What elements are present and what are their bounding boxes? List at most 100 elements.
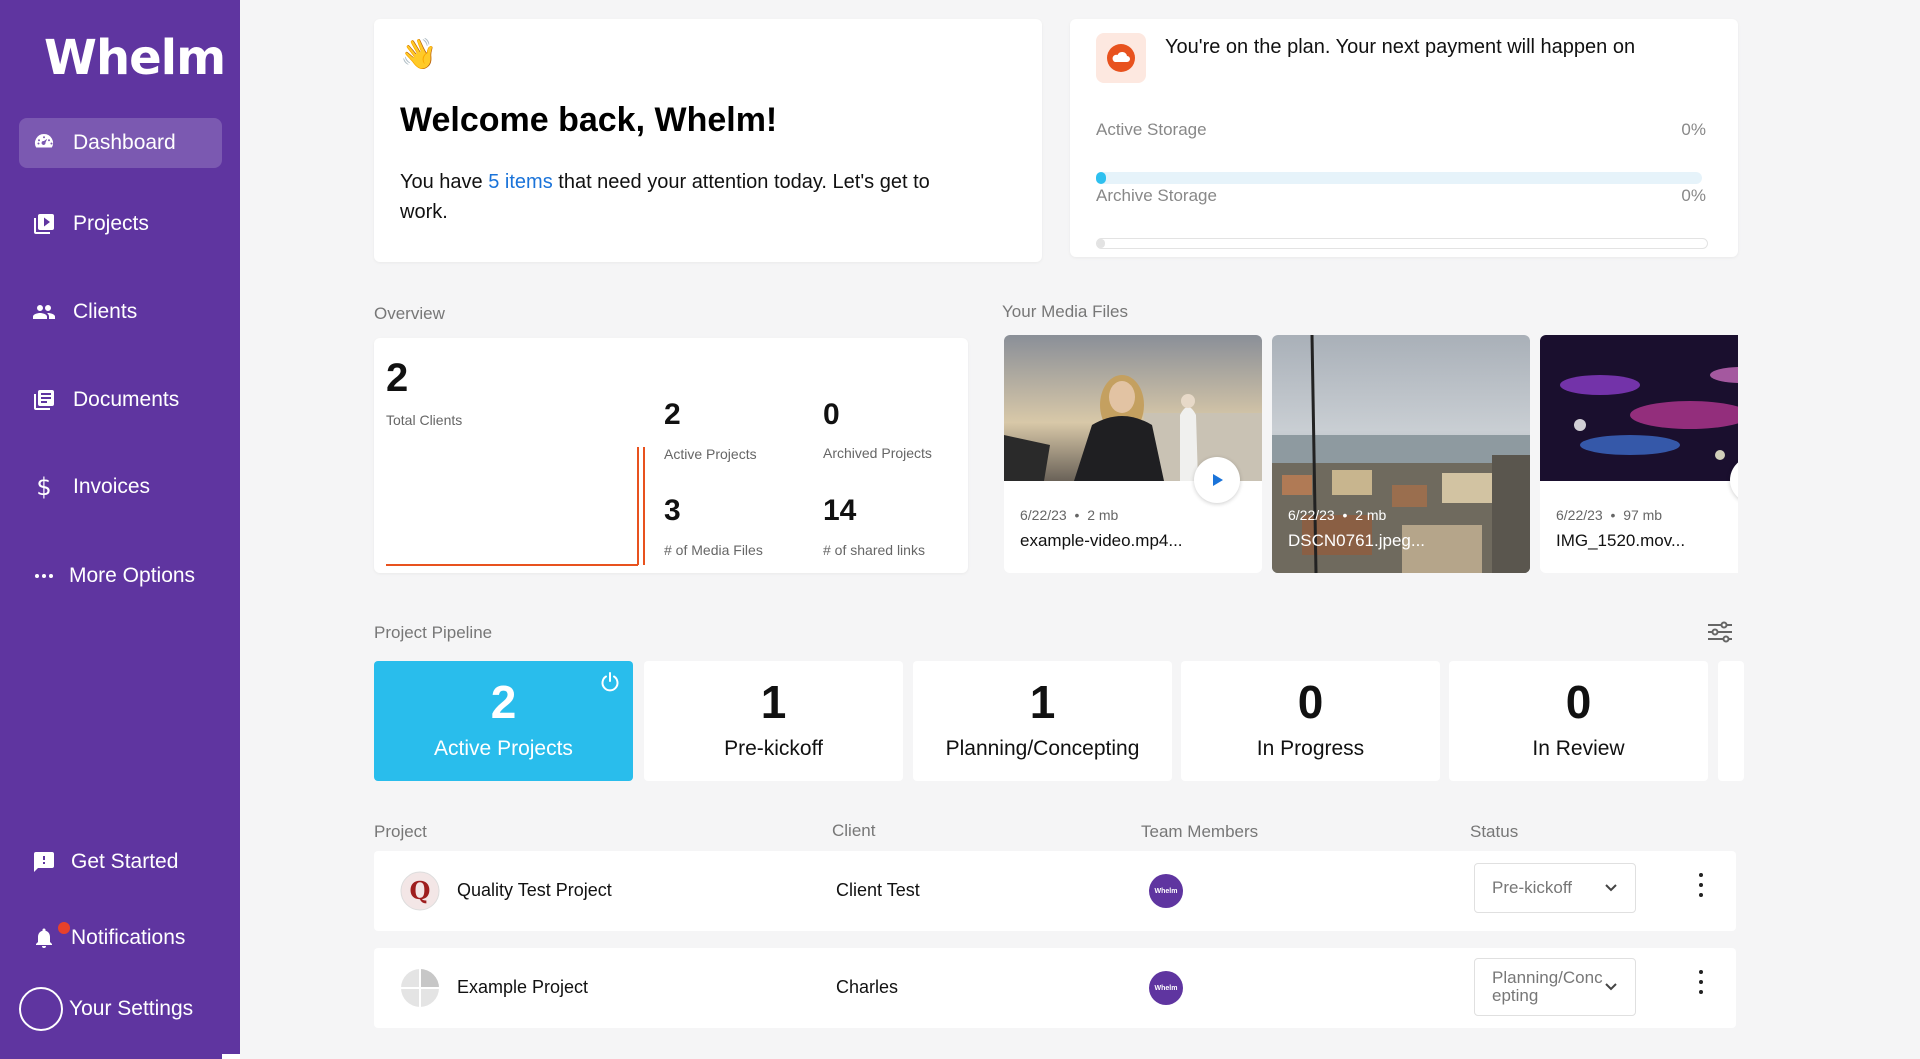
sidebar-item-documents[interactable]: Documents <box>19 375 222 425</box>
play-button[interactable] <box>1194 457 1240 503</box>
team-member-avatar[interactable]: Whelm <box>1149 971 1183 1005</box>
filter-settings-icon[interactable] <box>1706 620 1734 644</box>
media-card[interactable]: 6/22/23 • 2 mb example-video.mp4... <box>1004 335 1262 573</box>
sidebar-item-settings[interactable]: Your Settings <box>19 984 222 1034</box>
archive-storage-row: Archive Storage 0% <box>1096 186 1706 206</box>
sidebar-item-label: Notifications <box>71 926 186 949</box>
welcome-text-before: You have <box>400 171 489 193</box>
media-card[interactable]: 6/22/23 • 2 mb DSCN0761.jpeg... <box>1272 335 1530 573</box>
media-date: 6/22/23 <box>1020 507 1067 523</box>
pipeline-stage-in-progress[interactable]: 0 In Progress <box>1181 661 1440 781</box>
table-row[interactable]: Q Quality Test Project Client Test Whelm… <box>374 851 1736 931</box>
sidebar-item-invoices[interactable]: $ Invoices <box>19 462 222 512</box>
sidebar-item-label: Dashboard <box>73 131 176 154</box>
pipeline-stage-pre-kickoff[interactable]: 1 Pre-kickoff <box>644 661 903 781</box>
active-storage-label: Active Storage <box>1096 120 1207 139</box>
archive-storage-bar <box>1096 238 1708 249</box>
overview-label: Overview <box>374 304 445 323</box>
sidebar-item-label: Invoices <box>73 475 151 498</box>
project-pie-icon <box>401 969 439 1007</box>
archived-projects-label: Archived Projects <box>823 445 932 461</box>
sidebar-item-get-started[interactable]: Get Started <box>19 837 222 887</box>
media-filename: example-video.mp4... <box>1020 531 1183 550</box>
pipeline-stage-partial[interactable] <box>1718 661 1744 781</box>
status-value: Pre-kickoff <box>1492 878 1572 897</box>
sidebar-item-dashboard[interactable]: Dashboard <box>19 118 222 168</box>
row-menu-button[interactable] <box>1696 970 1706 994</box>
welcome-card: 👋 Welcome back, Whelm! You have 5 items … <box>374 19 1042 262</box>
stage-count: 1 <box>1029 676 1056 728</box>
shared-links-value: 14 <box>823 494 857 527</box>
table-row[interactable]: Example Project Charles Whelm Planning/C… <box>374 948 1736 1028</box>
plan-card: You're on the plan. Your next payment wi… <box>1070 19 1738 257</box>
project-name[interactable]: Example Project <box>457 977 588 998</box>
sidebar-item-label: Your Settings <box>69 997 194 1020</box>
wave-emoji: 👋 <box>400 38 438 71</box>
projects-icon <box>31 211 57 237</box>
stage-label: Planning/Concepting <box>945 737 1140 760</box>
pipeline-stage-active-projects[interactable]: 2 Active Projects <box>374 661 633 781</box>
sidebar-item-label: Clients <box>73 300 138 323</box>
archived-projects-value: 0 <box>823 398 840 431</box>
pipeline-label: Project Pipeline <box>374 623 493 642</box>
stage-label: Active Projects <box>434 737 573 760</box>
active-storage-fill <box>1096 172 1106 184</box>
video-thumbnail <box>1540 335 1738 481</box>
sidebar: Whelm Dashboard Projects Clients Documen… <box>0 0 240 1059</box>
team-member-avatar[interactable]: Whelm <box>1149 874 1183 908</box>
plan-info: You're on the plan. Your next payment wi… <box>1165 36 1636 58</box>
get-started-icon <box>31 849 57 875</box>
archive-storage-fill <box>1097 239 1105 248</box>
active-storage-bar <box>1096 172 1702 184</box>
clients-icon <box>31 299 57 325</box>
total-clients-value: 2 <box>386 356 409 400</box>
dashboard-icon <box>31 130 57 156</box>
stage-count: 1 <box>760 676 787 728</box>
sidebar-item-clients[interactable]: Clients <box>19 287 222 337</box>
media-meta: 6/22/23 • 97 mb <box>1556 507 1663 523</box>
media-size: 97 mb <box>1623 507 1663 523</box>
media-filename: IMG_1520.mov... <box>1556 531 1686 550</box>
column-header-client: Client <box>832 821 876 840</box>
stage-count: 2 <box>490 676 517 728</box>
play-icon <box>1213 474 1223 486</box>
clients-trend-chart <box>386 447 645 566</box>
media-meta: 6/22/23 • 2 mb <box>1288 507 1387 523</box>
sidebar-item-projects[interactable]: Projects <box>19 199 222 249</box>
column-header-status: Status <box>1470 822 1519 841</box>
sidebar-item-label: Documents <box>73 388 180 411</box>
cloud-icon <box>1096 33 1146 83</box>
sidebar-item-more-options[interactable]: More Options <box>19 551 222 601</box>
pipeline-stage-in-review[interactable]: 0 In Review <box>1449 661 1708 781</box>
media-carousel: 6/22/23 • 2 mb example-video.mp4... 6/22… <box>1004 335 1738 575</box>
media-date: 6/22/23 <box>1556 507 1603 523</box>
client-name: Charles <box>836 977 899 997</box>
chevron-down-icon <box>1605 983 1617 991</box>
welcome-title: Welcome back, Whelm! <box>400 101 778 139</box>
sidebar-item-label: Get Started <box>71 850 179 873</box>
pipeline-stage-planning[interactable]: 1 Planning/Concepting <box>913 661 1172 781</box>
overview-card: 2 Total Clients 2 Active Projects 0 Arch… <box>374 338 968 573</box>
media-files-value: 3 <box>664 494 681 527</box>
app-logo[interactable]: Whelm <box>44 30 226 86</box>
attention-items-link[interactable]: 5 items <box>488 171 552 193</box>
media-card[interactable]: 6/22/23 • 97 mb IMG_1520.mov... <box>1540 335 1738 573</box>
column-header-project: Project <box>374 822 427 841</box>
stage-label: Pre-kickoff <box>724 737 823 760</box>
scrollbar[interactable] <box>222 1054 240 1059</box>
status-select[interactable]: Planning/Concepting <box>1474 958 1636 1016</box>
stage-count: 0 <box>1565 676 1592 728</box>
status-select[interactable]: Pre-kickoff <box>1474 863 1636 913</box>
row-menu-button[interactable] <box>1696 873 1706 897</box>
sidebar-item-label: More Options <box>69 564 196 587</box>
active-projects-label: Active Projects <box>664 446 757 462</box>
media-date: 6/22/23 <box>1288 507 1335 523</box>
active-projects-value: 2 <box>664 398 681 431</box>
project-name[interactable]: Quality Test Project <box>457 880 612 901</box>
column-header-team: Team Members <box>1141 822 1259 841</box>
stage-label: In Review <box>1532 737 1625 760</box>
welcome-message: You have 5 items that need your attentio… <box>400 167 960 227</box>
sidebar-item-notifications[interactable]: Notifications <box>19 913 222 963</box>
stage-label: In Progress <box>1256 737 1365 760</box>
active-storage-percent: 0% <box>1681 120 1706 139</box>
